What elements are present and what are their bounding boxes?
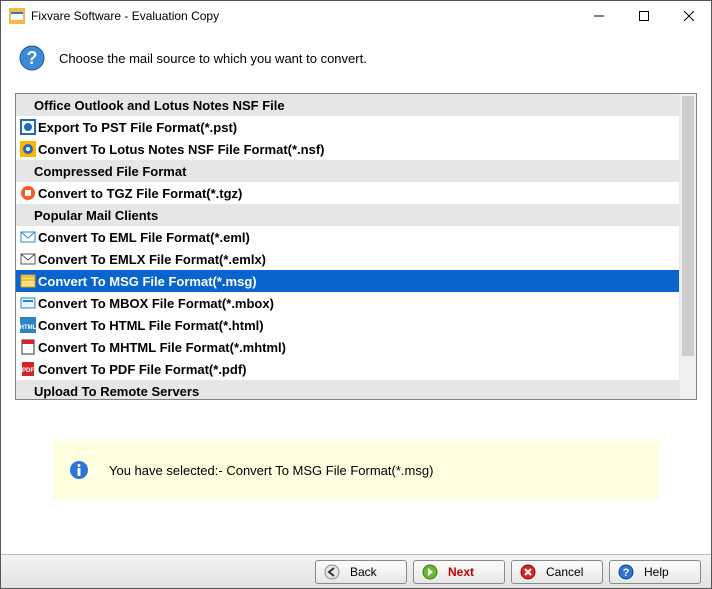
back-icon (324, 564, 340, 580)
header-label: Popular Mail Clients (34, 208, 158, 223)
close-button[interactable] (666, 1, 711, 31)
header-label: Office Outlook and Lotus Notes NSF File (34, 98, 285, 113)
mbox-icon (20, 295, 36, 311)
list-header: Upload To Remote Servers (16, 380, 679, 399)
item-label: Export To PST File Format(*.pst) (38, 120, 237, 135)
app-window: Fixvare Software - Evaluation Copy ? Cho… (0, 0, 712, 589)
window-controls (576, 1, 711, 31)
item-label: Convert To MBOX File Format(*.mbox) (38, 296, 274, 311)
window-title: Fixvare Software - Evaluation Copy (31, 9, 576, 23)
cancel-label: Cancel (546, 565, 583, 579)
item-label: Convert To HTML File Format(*.html) (38, 318, 264, 333)
html-icon: HTML (20, 317, 36, 333)
scroll-thumb[interactable] (682, 96, 694, 356)
next-button[interactable]: Next (413, 560, 505, 584)
item-label: Convert To PDF File Format(*.pdf) (38, 362, 246, 377)
back-button[interactable]: Back (315, 560, 407, 584)
list-item[interactable]: Convert To Lotus Notes NSF File Format(*… (16, 138, 679, 160)
next-label: Next (448, 565, 474, 579)
pst-icon (20, 119, 36, 135)
footer-bar: Back Next Cancel ? Help (1, 554, 711, 588)
instruction-text: Choose the mail source to which you want… (59, 51, 367, 66)
list-item[interactable]: Convert To EMLX File Format(*.emlx) (16, 248, 679, 270)
eml-icon (20, 229, 36, 245)
scrollbar[interactable] (679, 94, 696, 399)
next-icon (422, 564, 438, 580)
item-label: Convert To EML File Format(*.eml) (38, 230, 250, 245)
list-item[interactable]: Convert to TGZ File Format(*.tgz) (16, 182, 679, 204)
list-header: Compressed File Format (16, 160, 679, 182)
maximize-button[interactable] (621, 1, 666, 31)
nsf-icon (20, 141, 36, 157)
item-label: Convert To MSG File Format(*.msg) (38, 274, 257, 289)
app-icon (9, 8, 25, 24)
help-label: Help (644, 565, 669, 579)
item-label: Convert to TGZ File Format(*.tgz) (38, 186, 242, 201)
format-list: Office Outlook and Lotus Notes NSF File E… (15, 93, 697, 400)
svg-text:HTML: HTML (20, 325, 36, 331)
pdf-icon: PDF (20, 361, 36, 377)
list-item[interactable]: Convert To MHTML File Format(*.mhtml) (16, 336, 679, 358)
header-label: Compressed File Format (34, 164, 186, 179)
question-icon: ? (19, 45, 45, 71)
list-header: Office Outlook and Lotus Notes NSF File (16, 94, 679, 116)
msg-icon (20, 273, 36, 289)
info-box: You have selected:- Convert To MSG File … (53, 440, 659, 500)
cancel-button[interactable]: Cancel (511, 560, 603, 584)
titlebar: Fixvare Software - Evaluation Copy (1, 1, 711, 31)
item-label: Convert To Lotus Notes NSF File Format(*… (38, 142, 325, 157)
minimize-button[interactable] (576, 1, 621, 31)
cancel-icon (520, 564, 536, 580)
list-item[interactable]: Convert To EML File Format(*.eml) (16, 226, 679, 248)
info-text: You have selected:- Convert To MSG File … (109, 463, 433, 478)
svg-text:PDF: PDF (22, 368, 34, 374)
emlx-icon (20, 251, 36, 267)
svg-text:?: ? (623, 567, 630, 579)
instruction-bar: ? Choose the mail source to which you wa… (1, 31, 711, 93)
header-label: Upload To Remote Servers (34, 384, 199, 399)
mhtml-icon (20, 339, 36, 355)
list-item[interactable]: Export To PST File Format(*.pst) (16, 116, 679, 138)
list-item[interactable]: PDF Convert To PDF File Format(*.pdf) (16, 358, 679, 380)
list-item[interactable]: HTMLConvert To HTML File Format(*.html) (16, 314, 679, 336)
help-icon: ? (618, 564, 634, 580)
list-header: Popular Mail Clients (16, 204, 679, 226)
svg-text:?: ? (27, 48, 38, 68)
list-item[interactable]: Convert To MBOX File Format(*.mbox) (16, 292, 679, 314)
list-item[interactable]: Convert To MSG File Format(*.msg) (16, 270, 679, 292)
back-label: Back (350, 565, 377, 579)
help-button[interactable]: ? Help (609, 560, 701, 584)
info-icon (69, 460, 89, 480)
item-label: Convert To EMLX File Format(*.emlx) (38, 252, 266, 267)
tgz-icon (20, 185, 36, 201)
item-label: Convert To MHTML File Format(*.mhtml) (38, 340, 286, 355)
